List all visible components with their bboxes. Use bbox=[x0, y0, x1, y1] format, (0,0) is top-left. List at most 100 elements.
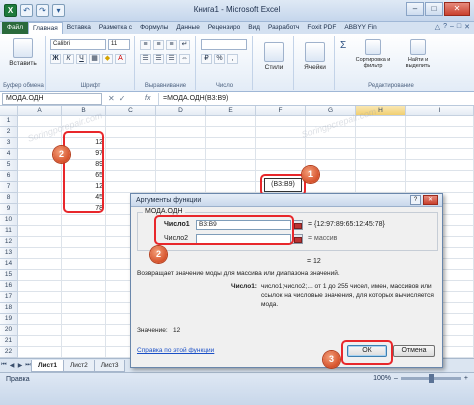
tab-view[interactable]: Вид bbox=[244, 22, 264, 34]
cell-a[interactable] bbox=[18, 314, 62, 325]
function-help-link[interactable]: Справка по этой функции bbox=[137, 347, 214, 354]
cell-h[interactable] bbox=[356, 149, 406, 160]
currency-icon[interactable]: ₽ bbox=[201, 54, 212, 64]
help-icon[interactable]: ? bbox=[443, 23, 447, 31]
percent-button[interactable]: % bbox=[214, 54, 225, 64]
row-header[interactable]: 11 bbox=[0, 226, 18, 237]
cell-d[interactable] bbox=[156, 182, 206, 193]
cancel-dialog-button[interactable]: Отмена bbox=[393, 345, 435, 357]
row-header[interactable]: 20 bbox=[0, 325, 18, 336]
find-select-button[interactable]: Найти и выделить bbox=[396, 39, 440, 69]
cell-e[interactable] bbox=[206, 160, 256, 171]
workbook-close-icon[interactable]: ✕ bbox=[464, 23, 470, 31]
cell-b[interactable] bbox=[62, 325, 106, 336]
cell-g[interactable] bbox=[306, 138, 356, 149]
row-header[interactable]: 19 bbox=[0, 314, 18, 325]
column-header-b[interactable]: B bbox=[62, 106, 106, 116]
cell-i[interactable] bbox=[406, 171, 474, 182]
tab-insert[interactable]: Вставка bbox=[63, 22, 95, 34]
sheet-tab-1[interactable]: Лист1 bbox=[31, 359, 64, 372]
cell-b[interactable] bbox=[62, 237, 106, 248]
cell-h[interactable] bbox=[356, 138, 406, 149]
select-all-corner[interactable] bbox=[0, 106, 18, 116]
zoom-out-icon[interactable]: – bbox=[394, 375, 398, 382]
cell-d[interactable] bbox=[156, 149, 206, 160]
cell-b[interactable] bbox=[62, 259, 106, 270]
cell-h[interactable] bbox=[356, 127, 406, 138]
zoom-slider[interactable] bbox=[400, 374, 461, 383]
row-header[interactable]: 6 bbox=[0, 171, 18, 182]
workbook-restore-icon[interactable]: □ bbox=[457, 23, 461, 31]
row-header[interactable]: 2 bbox=[0, 127, 18, 138]
cell-c[interactable] bbox=[106, 138, 156, 149]
cell-b[interactable] bbox=[62, 303, 106, 314]
cell-a[interactable] bbox=[18, 160, 62, 171]
next-sheet-icon[interactable]: ▶ bbox=[16, 362, 24, 369]
cell-a[interactable] bbox=[18, 292, 62, 303]
row-header[interactable]: 8 bbox=[0, 193, 18, 204]
align-bottom-icon[interactable]: ≡ bbox=[166, 40, 177, 50]
cell-a[interactable] bbox=[18, 193, 62, 204]
cell-i[interactable] bbox=[406, 138, 474, 149]
cell-a[interactable] bbox=[18, 237, 62, 248]
minimize-button[interactable]: – bbox=[406, 2, 424, 16]
cell-g[interactable] bbox=[306, 149, 356, 160]
cell-i[interactable] bbox=[406, 160, 474, 171]
cell-a[interactable] bbox=[18, 204, 62, 215]
cell-d[interactable] bbox=[156, 160, 206, 171]
cell-c[interactable] bbox=[106, 182, 156, 193]
sheet-tab-2[interactable]: Лист2 bbox=[62, 359, 95, 372]
cell-e[interactable] bbox=[206, 182, 256, 193]
cell-b[interactable] bbox=[62, 248, 106, 259]
cell-f[interactable] bbox=[256, 138, 306, 149]
close-button[interactable]: ✕ bbox=[444, 2, 470, 16]
sort-filter-button[interactable]: Сортировка и фильтр bbox=[352, 39, 394, 69]
cell-a[interactable] bbox=[18, 215, 62, 226]
collapse-ribbon-icon[interactable]: △ bbox=[435, 23, 440, 31]
cell-e[interactable] bbox=[206, 116, 256, 127]
column-header-c[interactable]: C bbox=[106, 106, 156, 116]
font-name-select[interactable]: Calibri bbox=[50, 39, 106, 50]
number-format-select[interactable] bbox=[201, 39, 247, 50]
cell-a[interactable] bbox=[18, 336, 62, 347]
align-center-icon[interactable]: ☰ bbox=[153, 54, 164, 64]
tab-file[interactable]: Файл bbox=[2, 22, 28, 34]
cancel-entry-icon[interactable]: ✕ bbox=[108, 93, 115, 105]
autosum-icon[interactable]: Σ bbox=[340, 40, 346, 51]
confirm-entry-icon[interactable]: ✓ bbox=[119, 93, 126, 105]
cell-a[interactable] bbox=[18, 248, 62, 259]
cell-b[interactable] bbox=[62, 116, 106, 127]
align-top-icon[interactable]: ≡ bbox=[140, 40, 151, 50]
row-header[interactable]: 10 bbox=[0, 215, 18, 226]
row-header[interactable]: 17 bbox=[0, 292, 18, 303]
tab-foxit-pdf[interactable]: Foxit PDF bbox=[303, 22, 340, 34]
first-sheet-icon[interactable]: ⏮ bbox=[0, 362, 8, 369]
row-header[interactable]: 14 bbox=[0, 259, 18, 270]
cell-e[interactable] bbox=[206, 127, 256, 138]
column-header-f[interactable]: F bbox=[256, 106, 306, 116]
tab-formulas[interactable]: Формулы bbox=[136, 22, 172, 34]
align-middle-icon[interactable]: ≡ bbox=[153, 40, 164, 50]
tab-review[interactable]: Рецензиро bbox=[204, 22, 244, 34]
cell-c[interactable] bbox=[106, 149, 156, 160]
cell-a[interactable] bbox=[18, 270, 62, 281]
cell-i[interactable] bbox=[406, 116, 474, 127]
cell-i[interactable] bbox=[406, 182, 474, 193]
cell-b[interactable] bbox=[62, 281, 106, 292]
merge-cells-icon[interactable]: ⇔ bbox=[179, 54, 190, 64]
cell-f[interactable] bbox=[256, 149, 306, 160]
align-right-icon[interactable]: ☰ bbox=[166, 54, 177, 64]
cell-g[interactable] bbox=[306, 182, 356, 193]
cell-a[interactable] bbox=[18, 281, 62, 292]
paste-button[interactable]: Вставить bbox=[6, 38, 40, 67]
cell-d[interactable] bbox=[156, 171, 206, 182]
zoom-in-icon[interactable]: + bbox=[464, 375, 468, 382]
cell-e[interactable] bbox=[206, 149, 256, 160]
font-size-select[interactable]: 11 bbox=[108, 39, 130, 50]
insert-function-button[interactable]: fx bbox=[145, 93, 150, 105]
row-header[interactable]: 13 bbox=[0, 248, 18, 259]
align-left-icon[interactable]: ☰ bbox=[140, 54, 151, 64]
column-header-i[interactable]: I bbox=[406, 106, 474, 116]
column-header-e[interactable]: E bbox=[206, 106, 256, 116]
cell-f[interactable] bbox=[256, 116, 306, 127]
